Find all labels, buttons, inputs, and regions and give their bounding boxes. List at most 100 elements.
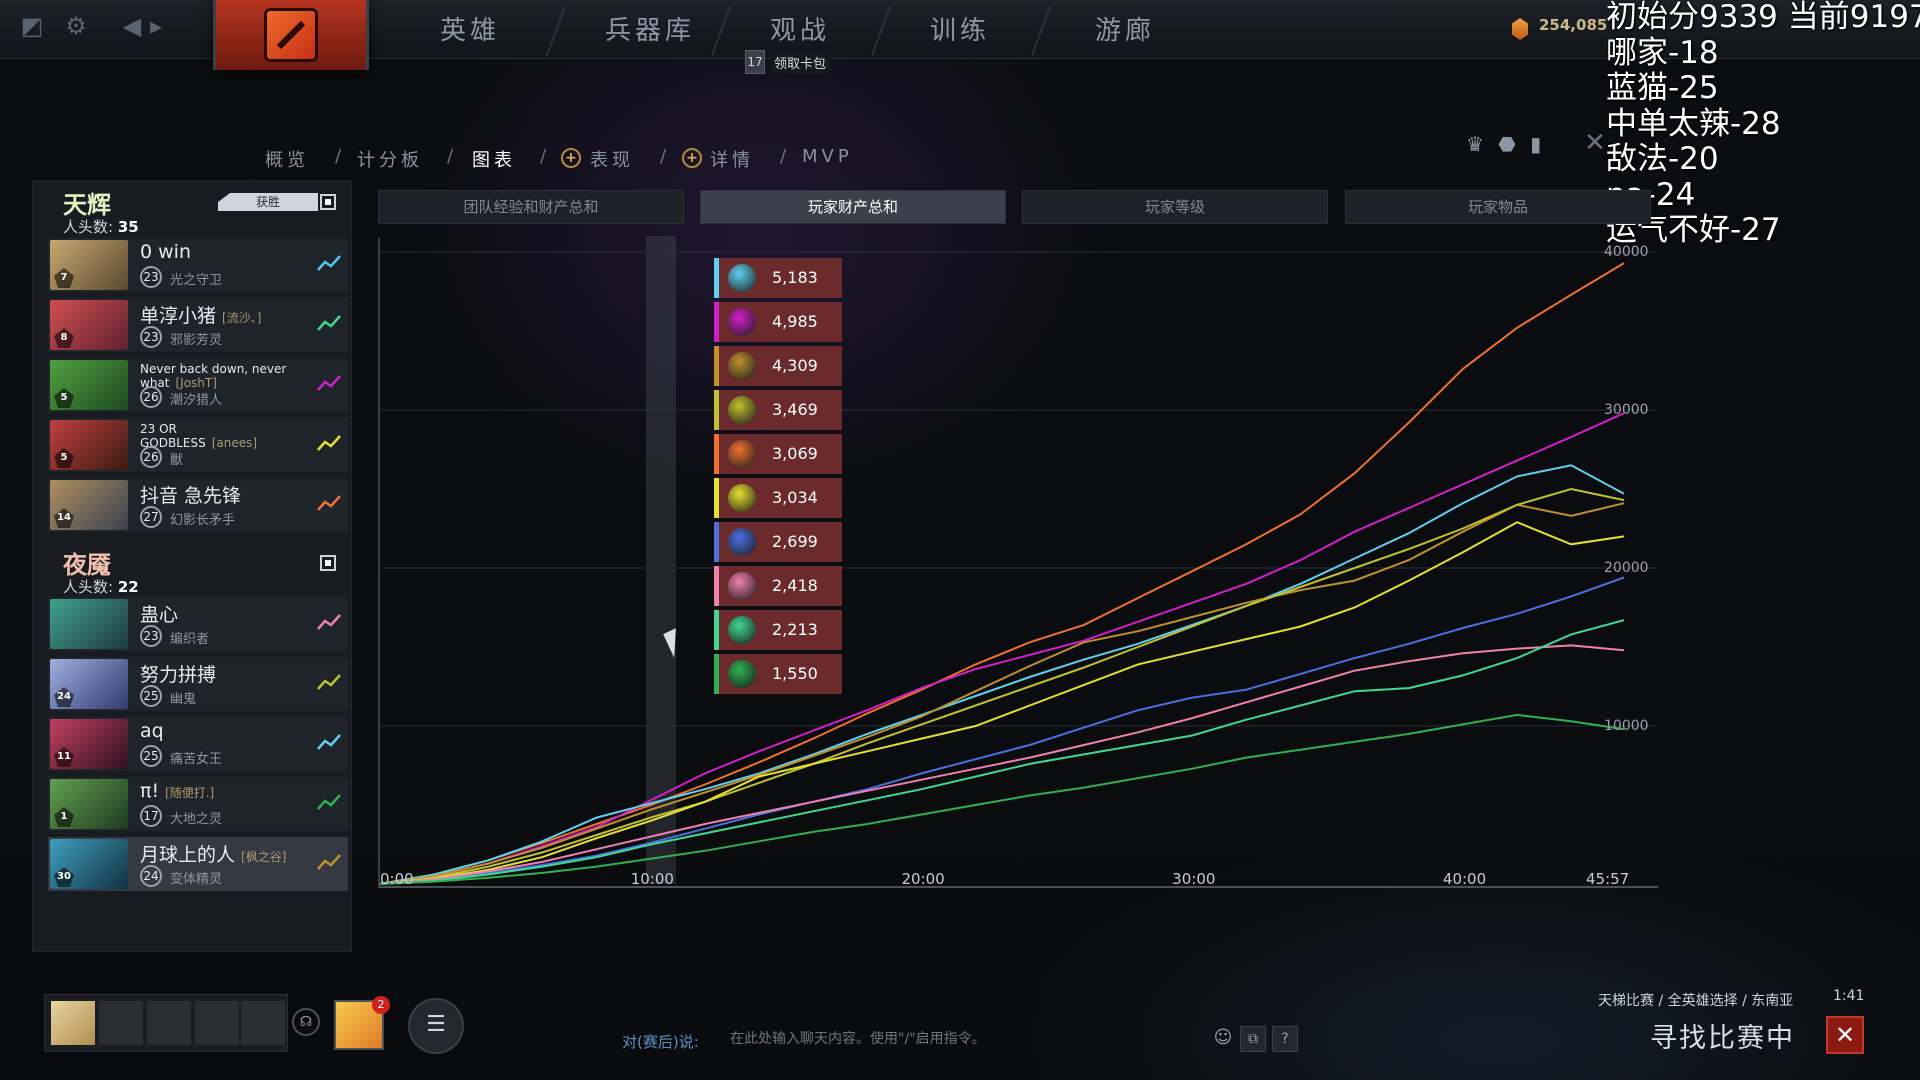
graph-toggle-icon[interactable]: [316, 671, 342, 693]
dota-menu-icon[interactable]: ◩: [18, 12, 46, 40]
chart-tab-player-items[interactable]: 玩家物品: [1345, 190, 1651, 224]
nav-learn[interactable]: 训练: [905, 0, 1015, 58]
party-slot-empty[interactable]: [241, 1001, 285, 1045]
radiant-team-name: 天辉: [63, 191, 111, 219]
hero-level: 23: [140, 625, 162, 647]
player-name-text: 努力拼搏: [140, 664, 217, 686]
tooltip-color-bar: [714, 390, 719, 430]
tooltip-color-bar: [714, 258, 719, 298]
hero-icon: [728, 484, 756, 512]
tab-overview[interactable]: 概览: [265, 146, 309, 171]
tooltip-row: 2,699: [714, 522, 842, 562]
radiant-player-row[interactable]: 8 单淳小猪 [流沙、] 23 邪影芳灵: [48, 298, 348, 352]
hero-icon: [728, 528, 756, 556]
chart-tab-player-level[interactable]: 玩家等级: [1022, 190, 1328, 224]
graph-toggle-icon[interactable]: [316, 432, 342, 454]
help-icon[interactable]: ?: [1272, 1026, 1298, 1052]
tooltip-row: 4,985: [714, 302, 842, 342]
chart-tab-player-networth[interactable]: 玩家财产总和: [700, 190, 1006, 224]
kills-value: 35: [117, 218, 139, 236]
dire-player-row[interactable]: 11 aq 25 痛苦女王: [48, 717, 348, 771]
headset-icon[interactable]: ☊: [292, 1008, 320, 1036]
tab-scoreboard[interactable]: 计分板: [357, 146, 423, 171]
x-tick-label: 10:00: [630, 870, 674, 888]
kills-label: 人头数:: [63, 218, 114, 236]
tab-performance[interactable]: 表现: [590, 146, 634, 171]
player-name-text: 单淳小猪: [140, 305, 217, 327]
nav-heroes[interactable]: 英雄: [410, 0, 530, 58]
matchmaking-status[interactable]: 寻找比赛中: [1650, 1016, 1795, 1055]
player-name-text: 月球上的人: [140, 844, 236, 866]
radiant-select-checkbox[interactable]: [320, 194, 336, 210]
hero-name: 邪影芳灵: [170, 333, 223, 348]
networth-value: 2,418: [772, 576, 818, 595]
chat-input[interactable]: [730, 1031, 1200, 1047]
dire-player-row[interactable]: 1 π! [随便打.] 17 大地之灵: [48, 777, 348, 831]
radiant-player-row[interactable]: 70 win 23 光之守卫: [48, 238, 348, 292]
party-slot-self[interactable]: [51, 1001, 95, 1045]
player-name-text: π!: [140, 780, 160, 802]
player-tag: [anees]: [211, 436, 258, 450]
hero-icon: [728, 352, 756, 380]
tab-separator: /: [447, 146, 454, 167]
player-name-text: 蛊心: [140, 604, 179, 626]
x-tick-label: 0:00: [380, 870, 414, 888]
graph-toggle-icon[interactable]: [316, 611, 342, 633]
chart-tab-team-xp-gold[interactable]: 团队经验和财产总和: [378, 190, 684, 224]
notification-count-badge: 2: [372, 996, 390, 1014]
radiant-player-row[interactable]: 5 Never back down, never what [JoshT] 26 潮汐猎…: [48, 358, 348, 412]
networth-value: 5,183: [772, 268, 818, 287]
crown-icon[interactable]: ♛: [1466, 132, 1484, 156]
hero-name: 獸: [170, 453, 184, 468]
overlay-line: 哪家-18: [1606, 34, 1719, 71]
tab-graphs[interactable]: 图表: [472, 146, 516, 171]
time-scrubber[interactable]: [646, 236, 676, 884]
gear-icon[interactable]: ⚙: [62, 12, 90, 40]
nav-armory[interactable]: 兵器库: [580, 0, 720, 58]
dire-player-row[interactable]: 24 努力拼搏 25 幽鬼: [48, 657, 348, 711]
kills-label: 人头数:: [63, 578, 114, 596]
tab-details[interactable]: 详情: [710, 146, 754, 171]
hero-name: 幽鬼: [170, 692, 197, 707]
dire-player-row[interactable]: 30 月球上的人 [枫之谷] 24 变体精灵: [48, 837, 348, 891]
party-slot-empty[interactable]: [99, 1001, 143, 1045]
graph-toggle-icon[interactable]: [316, 252, 342, 274]
nav-arcade[interactable]: 游廊: [1070, 0, 1180, 58]
graph-toggle-icon[interactable]: [316, 851, 342, 873]
dire-player-row[interactable]: 蛊心 23 编织者: [48, 597, 348, 651]
home-tab[interactable]: [213, 0, 369, 70]
dire-select-checkbox[interactable]: [320, 555, 336, 571]
card-icon[interactable]: ▮: [1530, 132, 1541, 156]
matchmaking-timer: 1:41: [1833, 988, 1865, 1004]
graph-toggle-icon[interactable]: [316, 731, 342, 753]
emoji-icon[interactable]: ☺: [1210, 1026, 1236, 1052]
networth-value: 3,469: [772, 400, 818, 419]
player-name-text: aq: [140, 720, 164, 742]
graph-toggle-icon[interactable]: [316, 791, 342, 813]
party-slot-empty[interactable]: [147, 1001, 191, 1045]
plus-icon: +: [682, 148, 702, 168]
party-slot-empty[interactable]: [195, 1001, 239, 1045]
radiant-player-row[interactable]: 14 抖音 急先锋 27 幻影长矛手: [48, 478, 348, 532]
graph-toggle-icon[interactable]: [316, 312, 342, 334]
forward-arrow-icon[interactable]: ▸: [142, 12, 170, 40]
y-tick-label: 20000: [1604, 560, 1649, 576]
radiant-player-row[interactable]: 5 23 OR GODBLESS [anees] 26 獸: [48, 418, 348, 472]
dota-logo-icon: [264, 8, 318, 62]
token-icon[interactable]: ⬣: [1498, 132, 1515, 156]
tab-mvp[interactable]: MVP: [802, 146, 853, 170]
claim-card-pack-link[interactable]: 领取卡包: [770, 52, 831, 73]
graph-toggle-icon[interactable]: [316, 492, 342, 514]
kills-value: 22: [117, 578, 139, 596]
tooltip-row: 2,213: [714, 610, 842, 650]
close-icon[interactable]: ✕: [1584, 128, 1606, 158]
graph-toggle-icon[interactable]: [316, 372, 342, 394]
hero-icon: [728, 264, 756, 292]
player-tag: [枫之谷]: [241, 850, 287, 864]
tooltip-row: 3,069: [714, 434, 842, 474]
matchmaking-mode: 天梯比赛 / 全英雄选择 / 东南亚: [1598, 993, 1794, 1009]
cancel-search-button[interactable]: ✕: [1826, 1016, 1864, 1054]
overlay-line: 初始分9339 当前9197: [1606, 0, 1920, 35]
friends-icon[interactable]: ☰: [408, 998, 464, 1054]
chat-image-icon[interactable]: ⧉: [1240, 1026, 1266, 1052]
